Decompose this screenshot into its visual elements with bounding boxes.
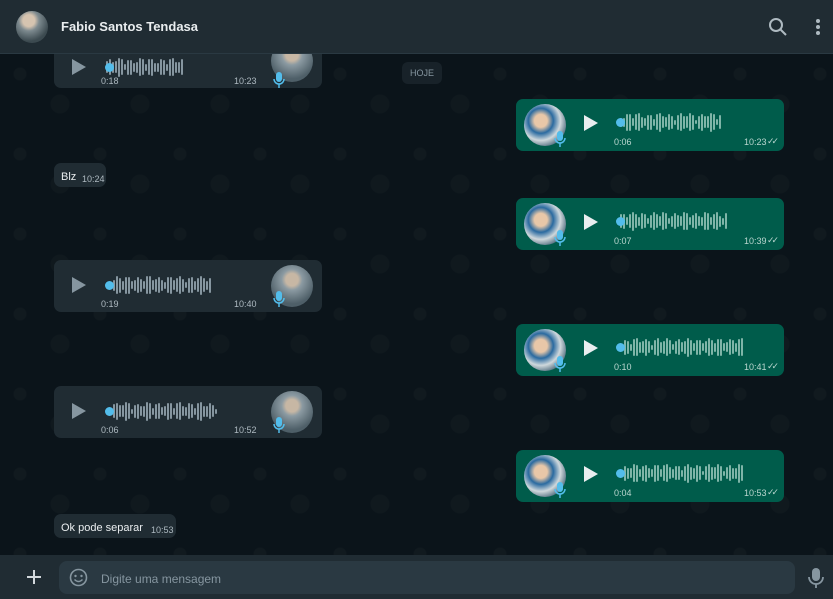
message-time: 10:53 [151,525,174,535]
voice-message[interactable]: 0:06 10:23 ✓✓ [516,99,784,151]
voice-duration: 0:19 [101,299,119,309]
message-time: 10:24 [82,174,105,184]
day-badge: HOJE [402,62,442,84]
composer [0,555,833,599]
mic-icon [273,417,285,433]
chat-header: Fabio Santos Tendasa [0,0,833,54]
playhead[interactable] [105,281,114,290]
sticker-icon[interactable] [69,568,88,587]
search-icon[interactable] [766,15,790,39]
voice-message[interactable]: 0:07 10:39 ✓✓ [516,198,784,250]
voice-message[interactable]: 0:18 10:23 [54,54,322,88]
read-receipt-icon: ✓✓ [767,136,779,146]
waveform[interactable] [110,401,217,421]
message-list[interactable]: HOJE 0:18 10:23 0:06 10:23 ✓✓ Blz 10:24 … [0,54,833,555]
voice-message[interactable]: 0:06 10:52 [54,386,322,438]
message-time: 10:40 [234,299,257,309]
message-input[interactable] [99,561,783,596]
message-time: 10:39 [744,236,767,246]
mic-icon [273,72,285,88]
waveform[interactable] [110,275,211,295]
mic-icon [554,356,566,372]
play-icon[interactable] [72,277,86,293]
message-time: 10:52 [234,425,257,435]
playhead[interactable] [105,407,114,416]
mic-icon [554,131,566,147]
message-text: Ok pode separar [61,522,143,534]
play-icon[interactable] [72,59,86,75]
read-receipt-icon: ✓✓ [767,235,779,245]
play-icon[interactable] [584,340,598,356]
message-time: 10:23 [744,137,767,147]
read-receipt-icon: ✓✓ [767,361,779,371]
play-icon[interactable] [584,115,598,131]
voice-duration: 0:18 [101,76,119,86]
voice-message[interactable]: 0:04 10:53 ✓✓ [516,450,784,502]
playhead[interactable] [616,469,625,478]
menu-icon[interactable] [806,15,830,39]
text-message[interactable]: Ok pode separar 10:53 [54,514,176,538]
contact-avatar[interactable] [16,11,48,43]
message-time: 10:23 [234,76,257,86]
plus-icon[interactable] [22,565,46,589]
mic-icon [554,482,566,498]
mic-icon[interactable] [806,567,826,589]
waveform[interactable] [620,112,721,132]
play-icon[interactable] [584,466,598,482]
message-input-box[interactable] [59,561,795,596]
voice-duration: 0:07 [614,236,632,246]
playhead[interactable] [616,343,625,352]
waveform[interactable] [106,57,183,77]
mic-icon [273,291,285,307]
play-icon[interactable] [584,214,598,230]
playhead[interactable] [105,63,114,72]
contact-name[interactable]: Fabio Santos Tendasa [61,19,198,34]
voice-duration: 0:10 [614,362,632,372]
voice-duration: 0:06 [101,425,119,435]
voice-duration: 0:04 [614,488,632,498]
play-icon[interactable] [72,403,86,419]
playhead[interactable] [616,118,625,127]
playhead[interactable] [616,217,625,226]
voice-message[interactable]: 0:19 10:40 [54,260,322,312]
voice-message[interactable]: 0:10 10:41 ✓✓ [516,324,784,376]
waveform[interactable] [624,337,743,357]
message-time: 10:53 [744,488,767,498]
mic-icon [554,230,566,246]
waveform[interactable] [624,463,743,483]
text-message[interactable]: Blz 10:24 [54,163,106,187]
message-text: Blz [61,171,77,183]
voice-duration: 0:06 [614,137,632,147]
waveform[interactable] [620,211,727,231]
message-time: 10:41 [744,362,767,372]
read-receipt-icon: ✓✓ [767,487,779,497]
